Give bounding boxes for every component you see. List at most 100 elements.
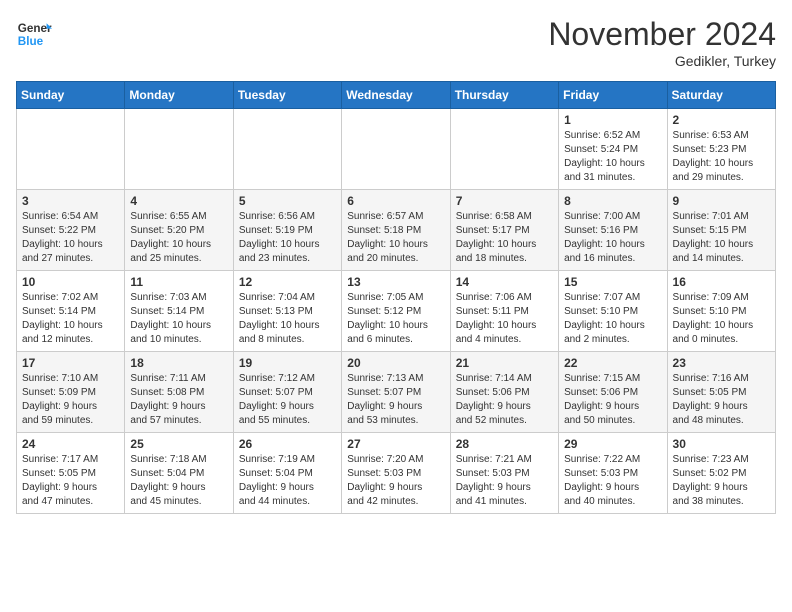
calendar-cell: 25Sunrise: 7:18 AM Sunset: 5:04 PM Dayli… bbox=[125, 433, 233, 514]
day-number: 24 bbox=[22, 437, 119, 451]
calendar-cell bbox=[17, 109, 125, 190]
day-info: Sunrise: 7:20 AM Sunset: 5:03 PM Dayligh… bbox=[347, 453, 444, 509]
calendar-cell: 29 Sunrise: 7:22 AM Sunset: 5:03 PM Dayli… bbox=[559, 433, 667, 514]
day-number: 12 bbox=[239, 275, 336, 289]
day-number: 8 bbox=[564, 194, 661, 208]
logo-icon: General Blue bbox=[16, 16, 52, 52]
day-info: Sunrise: 6:54 AM Sunset: 5:22 PM Dayligh… bbox=[22, 210, 119, 266]
weekday-header-thursday: Thursday bbox=[450, 82, 558, 109]
day-info: Sunrise: 7:10 AM Sunset: 5:09 PM Dayligh… bbox=[22, 372, 119, 428]
day-info: Sunrise: 6:53 AM Sunset: 5:23 PM Dayligh… bbox=[673, 129, 770, 185]
day-number: 3 bbox=[22, 194, 119, 208]
calendar-cell bbox=[342, 109, 450, 190]
day-number: 22 bbox=[564, 356, 661, 370]
week-row-2: 3 Sunrise: 6:54 AM Sunset: 5:22 PM Daylig… bbox=[17, 190, 776, 271]
weekday-header-friday: Friday bbox=[559, 82, 667, 109]
calendar-cell: 14 Sunrise: 7:06 AM Sunset: 5:11 PM Dayli… bbox=[450, 271, 558, 352]
calendar-cell: 15 Sunrise: 7:07 AM Sunset: 5:10 PM Dayli… bbox=[559, 271, 667, 352]
week-row-3: 10 Sunrise: 7:02 AM Sunset: 5:14 PM Dayli… bbox=[17, 271, 776, 352]
day-number: 10 bbox=[22, 275, 119, 289]
day-number: 2 bbox=[673, 113, 770, 127]
day-info: Sunrise: 7:02 AM Sunset: 5:14 PM Dayligh… bbox=[22, 291, 119, 347]
calendar-cell: 20Sunrise: 7:13 AM Sunset: 5:07 PM Dayli… bbox=[342, 352, 450, 433]
day-number: 29 bbox=[564, 437, 661, 451]
calendar-cell bbox=[125, 109, 233, 190]
day-info: Sunrise: 7:06 AM Sunset: 5:11 PM Dayligh… bbox=[456, 291, 553, 347]
calendar-cell: 19 Sunrise: 7:12 AM Sunset: 5:07 PM Dayli… bbox=[233, 352, 341, 433]
calendar-cell bbox=[450, 109, 558, 190]
calendar-cell: 10 Sunrise: 7:02 AM Sunset: 5:14 PM Dayli… bbox=[17, 271, 125, 352]
calendar-cell: 9 Sunrise: 7:01 AM Sunset: 5:15 PM Daylig… bbox=[667, 190, 775, 271]
calendar-cell: 2 Sunrise: 6:53 AM Sunset: 5:23 PM Daylig… bbox=[667, 109, 775, 190]
calendar-cell: 17 Sunrise: 7:10 AM Sunset: 5:09 PM Dayli… bbox=[17, 352, 125, 433]
title-block: November 2024 Gedikler, Turkey bbox=[548, 16, 776, 69]
day-number: 15 bbox=[564, 275, 661, 289]
day-info: Sunrise: 7:03 AM Sunset: 5:14 PM Dayligh… bbox=[130, 291, 227, 347]
day-info: Sunrise: 7:05 AM Sunset: 5:12 PM Dayligh… bbox=[347, 291, 444, 347]
calendar-cell: 16 Sunrise: 7:09 AM Sunset: 5:10 PM Dayli… bbox=[667, 271, 775, 352]
day-info: Sunrise: 7:19 AM Sunset: 5:04 PM Dayligh… bbox=[239, 453, 336, 509]
day-info: Sunrise: 7:22 AM Sunset: 5:03 PM Dayligh… bbox=[564, 453, 661, 509]
calendar-cell: 1 Sunrise: 6:52 AM Sunset: 5:24 PM Daylig… bbox=[559, 109, 667, 190]
calendar-cell: 6 Sunrise: 6:57 AM Sunset: 5:18 PM Daylig… bbox=[342, 190, 450, 271]
calendar-cell bbox=[233, 109, 341, 190]
day-number: 16 bbox=[673, 275, 770, 289]
svg-text:Blue: Blue bbox=[18, 35, 44, 48]
calendar-cell: 8Sunrise: 7:00 AM Sunset: 5:16 PM Daylig… bbox=[559, 190, 667, 271]
day-number: 9 bbox=[673, 194, 770, 208]
day-number: 19 bbox=[239, 356, 336, 370]
calendar-cell: 3 Sunrise: 6:54 AM Sunset: 5:22 PM Daylig… bbox=[17, 190, 125, 271]
day-info: Sunrise: 7:15 AM Sunset: 5:06 PM Dayligh… bbox=[564, 372, 661, 428]
day-number: 27 bbox=[347, 437, 444, 451]
day-number: 26 bbox=[239, 437, 336, 451]
day-info: Sunrise: 7:21 AM Sunset: 5:03 PM Dayligh… bbox=[456, 453, 553, 509]
day-number: 20 bbox=[347, 356, 444, 370]
day-number: 28 bbox=[456, 437, 553, 451]
day-number: 21 bbox=[456, 356, 553, 370]
calendar: SundayMondayTuesdayWednesdayThursdayFrid… bbox=[16, 81, 776, 514]
day-info: Sunrise: 7:23 AM Sunset: 5:02 PM Dayligh… bbox=[673, 453, 770, 509]
location: Gedikler, Turkey bbox=[548, 53, 776, 69]
calendar-cell: 5Sunrise: 6:56 AM Sunset: 5:19 PM Daylig… bbox=[233, 190, 341, 271]
weekday-header-monday: Monday bbox=[125, 82, 233, 109]
calendar-cell: 13 Sunrise: 7:05 AM Sunset: 5:12 PM Dayli… bbox=[342, 271, 450, 352]
calendar-cell: 22 Sunrise: 7:15 AM Sunset: 5:06 PM Dayli… bbox=[559, 352, 667, 433]
calendar-cell: 7 Sunrise: 6:58 AM Sunset: 5:17 PM Daylig… bbox=[450, 190, 558, 271]
day-number: 14 bbox=[456, 275, 553, 289]
day-info: Sunrise: 7:12 AM Sunset: 5:07 PM Dayligh… bbox=[239, 372, 336, 428]
day-info: Sunrise: 6:52 AM Sunset: 5:24 PM Dayligh… bbox=[564, 129, 661, 185]
day-number: 4 bbox=[130, 194, 227, 208]
day-number: 6 bbox=[347, 194, 444, 208]
day-info: Sunrise: 6:57 AM Sunset: 5:18 PM Dayligh… bbox=[347, 210, 444, 266]
calendar-cell: 24 Sunrise: 7:17 AM Sunset: 5:05 PM Dayli… bbox=[17, 433, 125, 514]
calendar-cell: 21Sunrise: 7:14 AM Sunset: 5:06 PM Dayli… bbox=[450, 352, 558, 433]
calendar-cell: 11Sunrise: 7:03 AM Sunset: 5:14 PM Dayli… bbox=[125, 271, 233, 352]
day-number: 13 bbox=[347, 275, 444, 289]
day-info: Sunrise: 7:09 AM Sunset: 5:10 PM Dayligh… bbox=[673, 291, 770, 347]
calendar-cell: 28 Sunrise: 7:21 AM Sunset: 5:03 PM Dayli… bbox=[450, 433, 558, 514]
calendar-cell: 12Sunrise: 7:04 AM Sunset: 5:13 PM Dayli… bbox=[233, 271, 341, 352]
weekday-header-wednesday: Wednesday bbox=[342, 82, 450, 109]
day-info: Sunrise: 7:01 AM Sunset: 5:15 PM Dayligh… bbox=[673, 210, 770, 266]
day-number: 7 bbox=[456, 194, 553, 208]
week-row-5: 24 Sunrise: 7:17 AM Sunset: 5:05 PM Dayli… bbox=[17, 433, 776, 514]
day-number: 25 bbox=[130, 437, 227, 451]
calendar-cell: 26 Sunrise: 7:19 AM Sunset: 5:04 PM Dayli… bbox=[233, 433, 341, 514]
day-number: 1 bbox=[564, 113, 661, 127]
day-number: 30 bbox=[673, 437, 770, 451]
day-number: 17 bbox=[22, 356, 119, 370]
day-info: Sunrise: 7:17 AM Sunset: 5:05 PM Dayligh… bbox=[22, 453, 119, 509]
day-info: Sunrise: 7:07 AM Sunset: 5:10 PM Dayligh… bbox=[564, 291, 661, 347]
weekday-header-tuesday: Tuesday bbox=[233, 82, 341, 109]
calendar-cell: 18Sunrise: 7:11 AM Sunset: 5:08 PM Dayli… bbox=[125, 352, 233, 433]
month-title: November 2024 bbox=[548, 16, 776, 53]
calendar-cell: 30 Sunrise: 7:23 AM Sunset: 5:02 PM Dayli… bbox=[667, 433, 775, 514]
day-info: Sunrise: 6:58 AM Sunset: 5:17 PM Dayligh… bbox=[456, 210, 553, 266]
day-number: 18 bbox=[130, 356, 227, 370]
day-info: Sunrise: 6:56 AM Sunset: 5:19 PM Dayligh… bbox=[239, 210, 336, 266]
calendar-cell: 23 Sunrise: 7:16 AM Sunset: 5:05 PM Dayli… bbox=[667, 352, 775, 433]
weekday-header-saturday: Saturday bbox=[667, 82, 775, 109]
day-info: Sunrise: 7:16 AM Sunset: 5:05 PM Dayligh… bbox=[673, 372, 770, 428]
day-number: 23 bbox=[673, 356, 770, 370]
calendar-cell: 27 Sunrise: 7:20 AM Sunset: 5:03 PM Dayli… bbox=[342, 433, 450, 514]
